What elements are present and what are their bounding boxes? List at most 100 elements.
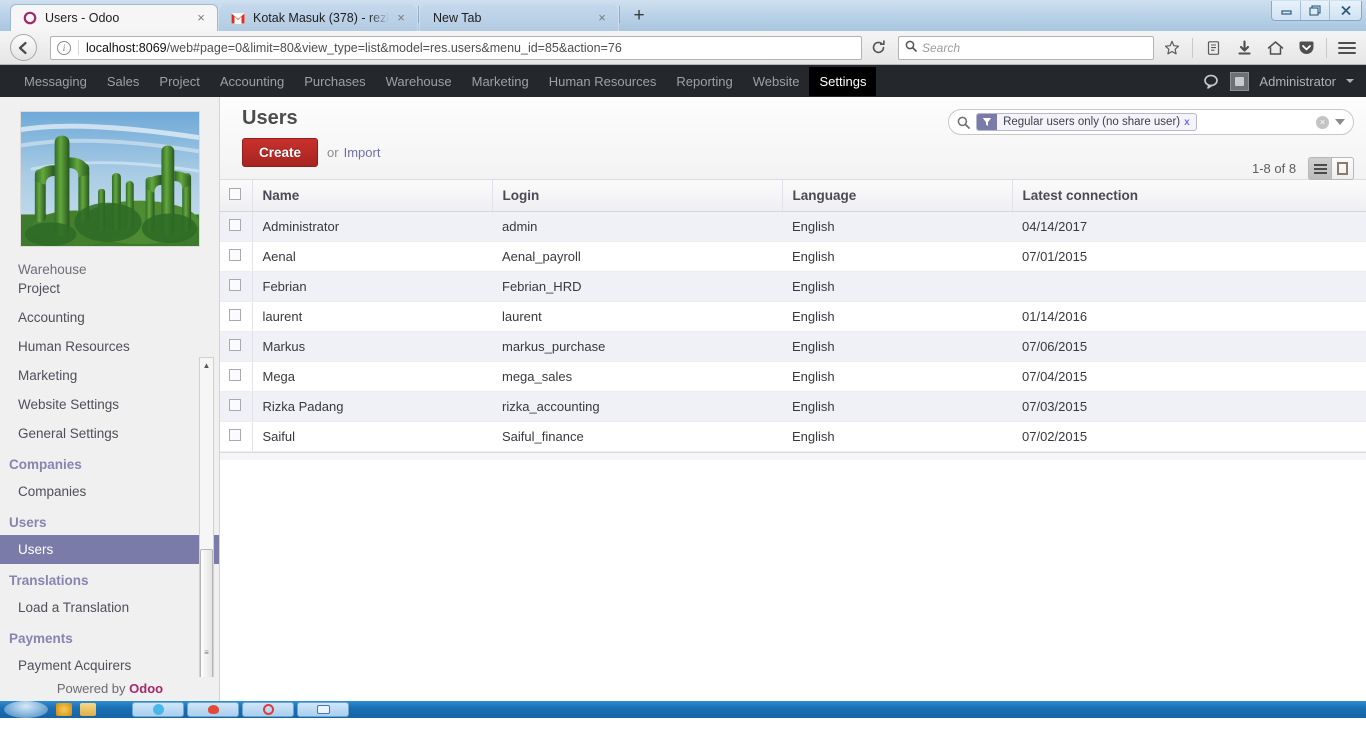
close-icon[interactable] bbox=[1330, 1, 1361, 20]
row-checkbox[interactable] bbox=[229, 309, 241, 321]
user-name-label[interactable]: Administrator bbox=[1259, 74, 1336, 89]
sidebar-item-companies[interactable]: Companies bbox=[0, 477, 219, 506]
clear-search-icon[interactable]: × bbox=[1316, 115, 1330, 129]
menu-item-warehouse[interactable]: Warehouse bbox=[376, 67, 462, 96]
column-header-login[interactable]: Login bbox=[492, 180, 783, 212]
close-icon[interactable]: × bbox=[193, 10, 209, 26]
table-row[interactable]: Rizka Padang rizka_accounting English 07… bbox=[220, 391, 1366, 422]
company-logo-image bbox=[19, 111, 200, 247]
address-bar[interactable]: i localhost:8069/web#page=0&limit=80&vie… bbox=[50, 35, 862, 60]
close-icon[interactable]: × bbox=[594, 10, 610, 26]
menu-item-sales[interactable]: Sales bbox=[97, 67, 150, 96]
table-row[interactable]: laurent laurent English 01/14/2016 bbox=[220, 301, 1366, 332]
avatar[interactable] bbox=[1230, 71, 1250, 91]
table-row[interactable]: Mega mega_sales English 07/04/2015 bbox=[220, 361, 1366, 392]
reload-icon[interactable] bbox=[867, 37, 889, 59]
taskbar-item-opera[interactable] bbox=[242, 702, 294, 717]
menu-item-purchases[interactable]: Purchases bbox=[294, 67, 375, 96]
menu-item-website[interactable]: Website bbox=[743, 67, 810, 96]
browser-tab-new-tab[interactable]: New Tab × bbox=[419, 4, 619, 31]
sidebar-section-payments: Payments bbox=[9, 631, 73, 646]
sidebar-item-accounting[interactable]: Accounting bbox=[0, 303, 219, 332]
cell-language: English bbox=[782, 331, 1012, 362]
bookmark-star-icon[interactable] bbox=[1159, 35, 1185, 61]
home-icon[interactable] bbox=[1262, 35, 1288, 61]
column-header-name[interactable]: Name bbox=[252, 180, 493, 212]
pocket-icon[interactable] bbox=[1293, 35, 1319, 61]
red-app-icon bbox=[207, 705, 219, 714]
sidebar-item-general-settings[interactable]: General Settings bbox=[0, 419, 219, 448]
import-link[interactable]: Import bbox=[344, 145, 381, 160]
row-checkbox[interactable] bbox=[229, 429, 241, 441]
odoo-brand-link[interactable]: Odoo bbox=[129, 681, 163, 696]
menu-item-settings[interactable]: Settings bbox=[809, 66, 877, 96]
chevron-down-icon[interactable] bbox=[1346, 79, 1354, 83]
menu-item-reporting[interactable]: Reporting bbox=[666, 67, 742, 96]
browser-search-input[interactable]: Search bbox=[898, 35, 1154, 60]
search-view[interactable]: Regular users only (no share user) x × bbox=[948, 109, 1355, 135]
reading-list-icon[interactable] bbox=[1200, 35, 1226, 61]
close-icon[interactable]: × bbox=[393, 10, 409, 26]
cell-language: English bbox=[782, 391, 1012, 422]
table-row[interactable]: Febrian Febrian_HRD English bbox=[220, 271, 1366, 302]
quick-launch-explorer-icon[interactable] bbox=[80, 703, 96, 716]
sidebar-item-human-resources[interactable]: Human Resources bbox=[0, 332, 219, 361]
back-button[interactable] bbox=[10, 34, 37, 61]
menu-item-messaging[interactable]: Messaging bbox=[14, 67, 97, 96]
sidebar-scrollbar[interactable]: ▲ ≡ ▼ bbox=[199, 357, 214, 701]
sidebar-item-warehouse[interactable]: Warehouse bbox=[0, 262, 219, 274]
table-row[interactable]: Markus markus_purchase English 07/06/201… bbox=[220, 331, 1366, 362]
sidebar-item-project[interactable]: Project bbox=[0, 274, 219, 303]
table-row[interactable]: Aenal Aenal_payroll English 07/01/2015 bbox=[220, 241, 1366, 272]
create-button[interactable]: Create bbox=[242, 138, 319, 167]
menu-item-project[interactable]: Project bbox=[149, 67, 209, 96]
table-row[interactable]: Administrator admin English 04/14/2017 bbox=[220, 211, 1366, 242]
opera-icon bbox=[262, 704, 274, 715]
menu-item-accounting[interactable]: Accounting bbox=[210, 67, 294, 96]
minimize-icon[interactable] bbox=[1272, 1, 1301, 20]
chat-bubble-icon[interactable] bbox=[1203, 74, 1220, 89]
start-button[interactable] bbox=[4, 701, 48, 718]
windows-taskbar bbox=[0, 701, 1366, 718]
new-tab-button[interactable]: + bbox=[626, 5, 652, 29]
row-checkbox[interactable] bbox=[229, 249, 241, 261]
sidebar-item-load-a-translation[interactable]: Load a Translation bbox=[0, 593, 219, 622]
row-checkbox[interactable] bbox=[229, 279, 241, 291]
row-select-cell bbox=[220, 271, 253, 302]
select-all-checkbox[interactable] bbox=[229, 188, 241, 200]
restore-icon[interactable] bbox=[1301, 1, 1330, 20]
taskbar-item-window[interactable] bbox=[297, 702, 349, 717]
scroll-up-arrow-icon[interactable]: ▲ bbox=[200, 358, 213, 373]
column-header-language[interactable]: Language bbox=[782, 180, 1013, 212]
row-checkbox[interactable] bbox=[229, 339, 241, 351]
filter-funnel-icon bbox=[977, 114, 998, 130]
sidebar-item-users[interactable]: Users bbox=[0, 535, 219, 564]
row-checkbox[interactable] bbox=[229, 369, 241, 381]
list-view-button[interactable] bbox=[1308, 157, 1332, 180]
menu-item-marketing[interactable]: Marketing bbox=[462, 67, 539, 96]
form-view-button[interactable] bbox=[1331, 157, 1355, 180]
taskbar-item-red-app[interactable] bbox=[187, 702, 239, 717]
menu-hamburger-icon[interactable] bbox=[1334, 35, 1360, 61]
browser-tab-gmail[interactable]: Kotak Masuk (378) - rezkadea × bbox=[218, 4, 418, 31]
row-checkbox[interactable] bbox=[229, 399, 241, 411]
cell-login: laurent bbox=[492, 301, 782, 332]
search-facet-regular-users[interactable]: Regular users only (no share user) x bbox=[976, 113, 1197, 131]
browser-tab-users-odoo[interactable]: Users - Odoo × bbox=[10, 4, 218, 31]
menu-item-human-resources[interactable]: Human Resources bbox=[539, 67, 667, 96]
taskbar-item-chrome[interactable] bbox=[132, 702, 184, 717]
table-row[interactable]: Saiful Saiful_finance English 07/02/2015 bbox=[220, 421, 1366, 452]
sidebar-item-payment-acquirers[interactable]: Payment Acquirers bbox=[0, 651, 219, 680]
main-content: Users Create or Import Regular users onl… bbox=[220, 97, 1366, 701]
site-info-icon[interactable]: i bbox=[57, 40, 71, 55]
sidebar-item-marketing[interactable]: Marketing bbox=[0, 361, 219, 390]
sidebar-item-website-settings[interactable]: Website Settings bbox=[0, 390, 219, 419]
row-checkbox[interactable] bbox=[229, 219, 241, 231]
quick-launch-ie-icon[interactable] bbox=[56, 703, 72, 716]
facet-remove-icon[interactable]: x bbox=[1184, 117, 1196, 128]
browser-tab-title: Kotak Masuk (378) - rezkadea bbox=[253, 11, 389, 25]
column-header-latest-connection[interactable]: Latest connection bbox=[1012, 180, 1366, 212]
chevron-down-icon[interactable] bbox=[1335, 119, 1346, 125]
downloads-icon[interactable] bbox=[1231, 35, 1257, 61]
cell-language: English bbox=[782, 241, 1012, 272]
